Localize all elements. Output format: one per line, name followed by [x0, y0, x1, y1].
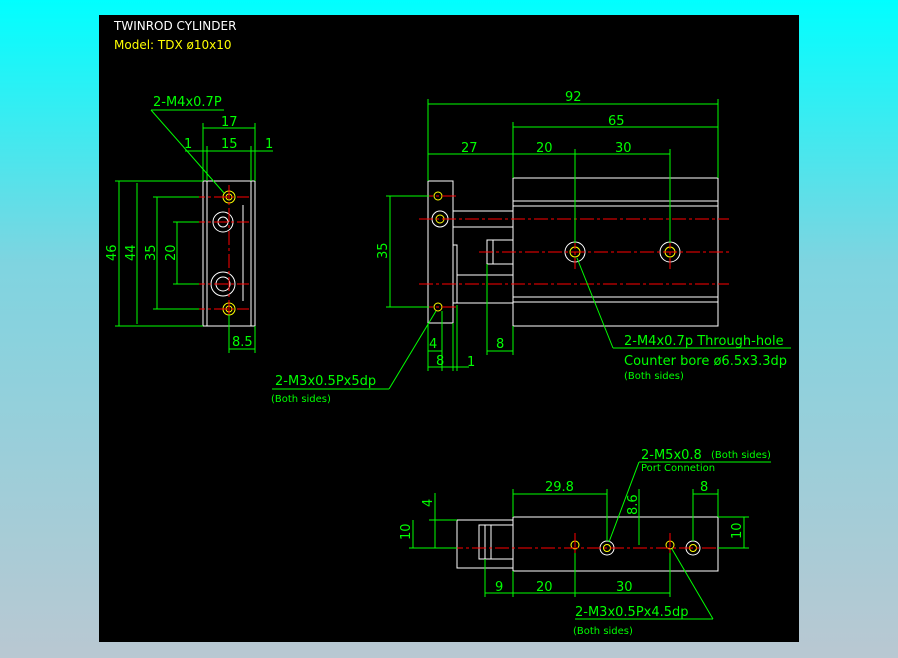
front-through-leader	[576, 257, 614, 349]
side-thread-label: 2-M4x0.7P	[153, 95, 222, 110]
bottom-port-note: Port Connetion	[641, 463, 715, 474]
front-dim-30: 30	[615, 141, 632, 156]
side-dim-20: 20	[164, 244, 179, 261]
front-dim-35: 35	[376, 242, 391, 259]
front-dim-65: 65	[608, 114, 625, 129]
front-plate-step	[452, 244, 458, 304]
bottom-dim-4: 4	[421, 499, 436, 507]
bottom-m5-note: 2-M5x0.8	[641, 448, 702, 463]
front-m3-sides: (Both sides)	[271, 394, 331, 405]
front-dim-27: 27	[461, 141, 478, 156]
bottom-m3-sides: (Both sides)	[573, 626, 633, 637]
drawing-canvas: TWINROD CYLINDER Model: TDX ø10x10 46 44	[99, 15, 799, 642]
bottom-dim-20: 20	[536, 580, 553, 595]
side-dim-gap-right: 1	[265, 137, 273, 152]
side-view: 46 44 35 20 17 15 1 1 2-M4x0.7P 8.5	[105, 95, 273, 353]
bottom-dim-8: 8	[700, 480, 708, 495]
bottom-dim-10-left: 10	[399, 523, 414, 540]
front-counterbore-note: Counter bore ø6.5x3.3dp	[624, 354, 787, 369]
side-dim-35: 35	[144, 244, 159, 261]
drawing-title: TWINROD CYLINDER	[113, 19, 236, 33]
bottom-view: 29.8 8.6 8 10 4 10 9 20 30 2-M5x0.8 (Bot…	[399, 448, 771, 637]
bottom-dim-10-right: 10	[730, 522, 745, 539]
front-counterbore-sides: (Both sides)	[624, 371, 684, 382]
front-dim-92: 92	[565, 90, 582, 105]
bottom-dim-30: 30	[616, 580, 633, 595]
front-through-note: 2-M4x0.7p Through-hole	[624, 334, 784, 349]
side-dim-44: 44	[124, 244, 139, 261]
side-dim-85: 8.5	[232, 335, 253, 350]
bottom-dim-86: 8.6	[626, 494, 641, 515]
side-dim-gap-left: 1	[184, 137, 192, 152]
front-dim-8b: 8	[496, 337, 504, 352]
cad-drawing: TWINROD CYLINDER Model: TDX ø10x10 46 44	[105, 19, 791, 637]
bottom-m5-sides: (Both sides)	[711, 450, 771, 461]
front-m3-note: 2-M3x0.5Px5dp	[275, 374, 376, 389]
bottom-end-inner	[478, 524, 514, 560]
bottom-dim-9: 9	[495, 580, 503, 595]
side-dim-17: 17	[221, 115, 238, 130]
front-dim-8a: 8	[436, 354, 444, 369]
front-dim-20: 20	[536, 141, 553, 156]
side-dim-46: 46	[105, 244, 120, 261]
model-label: Model: TDX ø10x10	[114, 38, 231, 52]
bottom-dim-298: 29.8	[545, 480, 574, 495]
front-view: 92 65 27 20 30 35 4 8 1 8 2-M4x0.7p Thro…	[271, 90, 791, 405]
front-dim-4: 4	[429, 337, 437, 352]
bottom-m3-note: 2-M3x0.5Px4.5dp	[575, 605, 689, 620]
front-end-plate	[427, 180, 454, 324]
front-dim-1: 1	[467, 355, 475, 370]
side-dim-15: 15	[221, 137, 238, 152]
